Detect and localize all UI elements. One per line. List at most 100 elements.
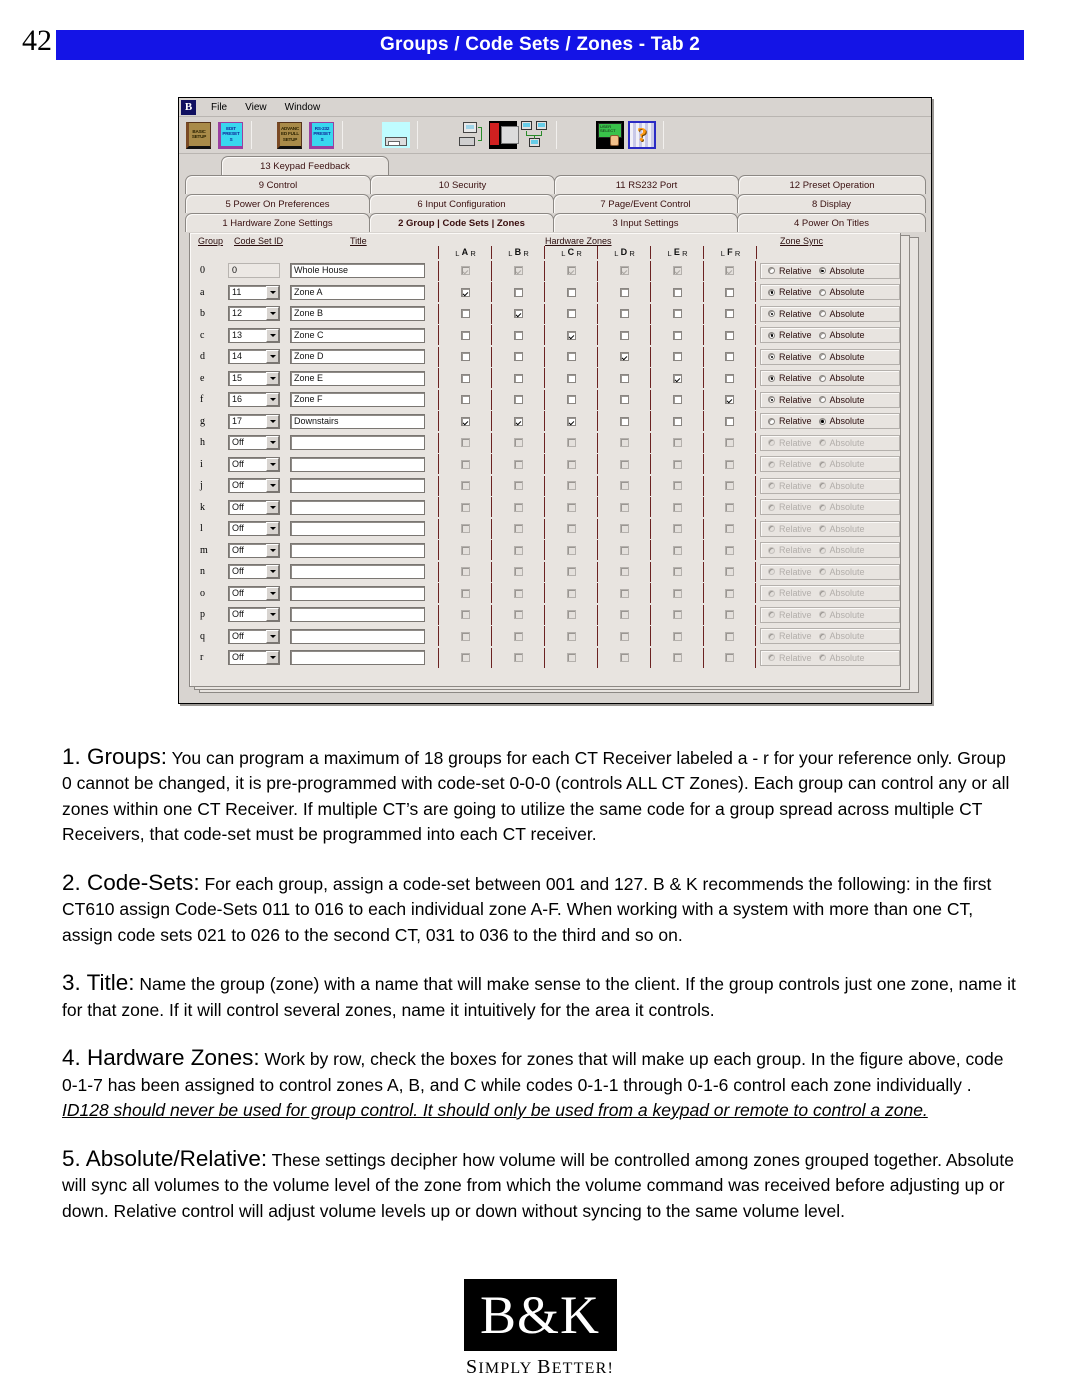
group-title-input[interactable] — [290, 542, 425, 558]
code-set-dropdown[interactable]: Off — [228, 564, 280, 580]
zone-checkbox-f[interactable] — [725, 524, 734, 534]
radio-relative[interactable] — [768, 353, 775, 361]
zone-checkbox-c[interactable] — [566, 352, 576, 362]
table-row[interactable]: o Off Relative Absolute — [190, 583, 900, 605]
zone-checkbox-b[interactable] — [513, 416, 523, 426]
zone-checkbox-f[interactable] — [725, 588, 734, 598]
tab-power-on-preferences[interactable]: 5 Power On Preferences — [185, 194, 370, 213]
zone-checkbox-c[interactable] — [566, 588, 576, 598]
zone-checkbox-a[interactable] — [460, 459, 470, 469]
zone-checkbox-c[interactable] — [566, 416, 576, 426]
zone-checkbox-a[interactable] — [460, 309, 470, 319]
zone-checkbox-a[interactable] — [460, 567, 470, 577]
chevron-down-icon[interactable] — [266, 393, 279, 407]
code-set-dropdown[interactable]: 17 — [228, 413, 280, 429]
tab-preset-operation[interactable]: 12 Preset Operation — [738, 175, 926, 194]
zone-checkbox-b[interactable] — [513, 330, 523, 340]
zone-checkbox-c[interactable] — [566, 395, 576, 405]
tab-input-settings[interactable]: 3 Input Settings — [553, 213, 738, 232]
zone-checkbox-e[interactable] — [672, 567, 682, 577]
menu-item-file[interactable]: File — [202, 101, 236, 114]
group-title-input[interactable]: Zone A — [290, 284, 425, 300]
network-icon[interactable] — [521, 120, 549, 150]
zone-checkbox-f[interactable] — [725, 610, 734, 620]
table-row[interactable]: n Off Relative Absolute — [190, 561, 900, 583]
zone-checkbox-f[interactable] — [725, 502, 734, 512]
radio-absolute[interactable] — [818, 353, 826, 361]
tab-group-code-sets-zones[interactable]: 2 Group | Code Sets | Zones — [369, 213, 554, 232]
table-row[interactable]: 0 0 Whole House Relative Absolute — [190, 260, 900, 282]
zone-checkbox-f[interactable] — [725, 352, 734, 362]
table-row[interactable]: k Off Relative Absolute — [190, 497, 900, 519]
zone-checkbox-c[interactable] — [566, 653, 576, 663]
zone-checkbox-d[interactable] — [619, 459, 629, 469]
radio-relative[interactable] — [768, 460, 775, 468]
group-title-input[interactable] — [290, 478, 425, 494]
zone-checkbox-d[interactable] — [619, 653, 629, 663]
zone-checkbox-f[interactable] — [725, 567, 734, 577]
zone-checkbox-d[interactable] — [619, 352, 629, 362]
zone-checkbox-b[interactable] — [513, 545, 523, 555]
table-row[interactable]: p Off Relative Absolute — [190, 604, 900, 626]
zone-checkbox-d[interactable] — [619, 567, 629, 577]
chevron-down-icon[interactable] — [266, 307, 279, 321]
zone-checkbox-f[interactable] — [725, 653, 734, 663]
radio-absolute[interactable] — [818, 503, 826, 511]
radio-relative[interactable] — [768, 611, 775, 619]
chevron-down-icon[interactable] — [266, 479, 279, 493]
tab-power-on-titles[interactable]: 4 Power On Titles — [737, 213, 926, 232]
radio-absolute[interactable] — [818, 482, 826, 490]
zone-checkbox-a[interactable] — [460, 287, 470, 297]
tab-security[interactable]: 10 Security — [370, 175, 555, 194]
zone-checkbox-e[interactable] — [672, 395, 682, 405]
zone-checkbox-f[interactable] — [725, 373, 734, 383]
menu-item-view[interactable]: View — [236, 101, 276, 114]
code-set-dropdown[interactable]: Off — [228, 499, 280, 515]
zone-checkbox-b[interactable] — [513, 653, 523, 663]
radio-absolute[interactable] — [818, 288, 826, 296]
radio-absolute[interactable] — [818, 654, 826, 662]
code-set-dropdown[interactable]: Off — [228, 478, 280, 494]
zone-checkbox-b[interactable] — [513, 373, 523, 383]
radio-absolute[interactable] — [818, 417, 826, 425]
zone-checkbox-e[interactable] — [672, 330, 682, 340]
zone-checkbox-e[interactable] — [672, 653, 682, 663]
zone-checkbox-f[interactable] — [725, 330, 734, 340]
zone-checkbox-c[interactable] — [566, 524, 576, 534]
zone-checkbox-f[interactable] — [725, 481, 734, 491]
zone-checkbox-c[interactable] — [566, 438, 576, 448]
tab-keypad-feedback[interactable]: 13 Keypad Feedback — [221, 156, 389, 175]
zone-checkbox-b[interactable] — [513, 502, 523, 512]
tab-hardware-zone-settings[interactable]: 1 Hardware Zone Settings — [185, 213, 370, 232]
zone-checkbox-b[interactable] — [513, 287, 523, 297]
group-title-input[interactable]: Zone B — [290, 306, 425, 322]
tab-page-event-control[interactable]: 7 Page/Event Control — [553, 194, 738, 213]
code-set-dropdown[interactable]: Off — [228, 585, 280, 601]
tab-control[interactable]: 9 Control — [185, 175, 371, 194]
tab-input-configuration[interactable]: 6 Input Configuration — [369, 194, 554, 213]
radio-relative[interactable] — [768, 439, 775, 447]
radio-relative[interactable] — [768, 396, 775, 404]
code-set-dropdown[interactable]: Off — [228, 607, 280, 623]
zone-checkbox-c[interactable] — [566, 545, 576, 555]
zone-checkbox-a[interactable] — [460, 653, 470, 663]
radio-absolute[interactable] — [818, 310, 826, 318]
zone-checkbox-a[interactable] — [460, 266, 470, 276]
chevron-down-icon[interactable] — [266, 371, 279, 385]
radio-absolute[interactable] — [818, 460, 826, 468]
chevron-down-icon[interactable] — [266, 436, 279, 450]
zone-checkbox-d[interactable] — [619, 395, 629, 405]
zone-checkbox-f[interactable] — [725, 416, 734, 426]
radio-relative[interactable] — [768, 568, 775, 576]
chevron-down-icon[interactable] — [266, 350, 279, 364]
radio-relative[interactable] — [768, 525, 775, 533]
table-row[interactable]: i Off Relative Absolute — [190, 454, 900, 476]
radio-absolute[interactable] — [818, 439, 826, 447]
zone-checkbox-f[interactable] — [725, 438, 734, 448]
code-set-dropdown[interactable]: Off — [228, 628, 280, 644]
zone-checkbox-a[interactable] — [460, 502, 470, 512]
zone-checkbox-b[interactable] — [513, 395, 523, 405]
zone-checkbox-a[interactable] — [460, 438, 470, 448]
group-title-input[interactable]: Whole House — [290, 263, 425, 279]
zone-checkbox-a[interactable] — [460, 610, 470, 620]
